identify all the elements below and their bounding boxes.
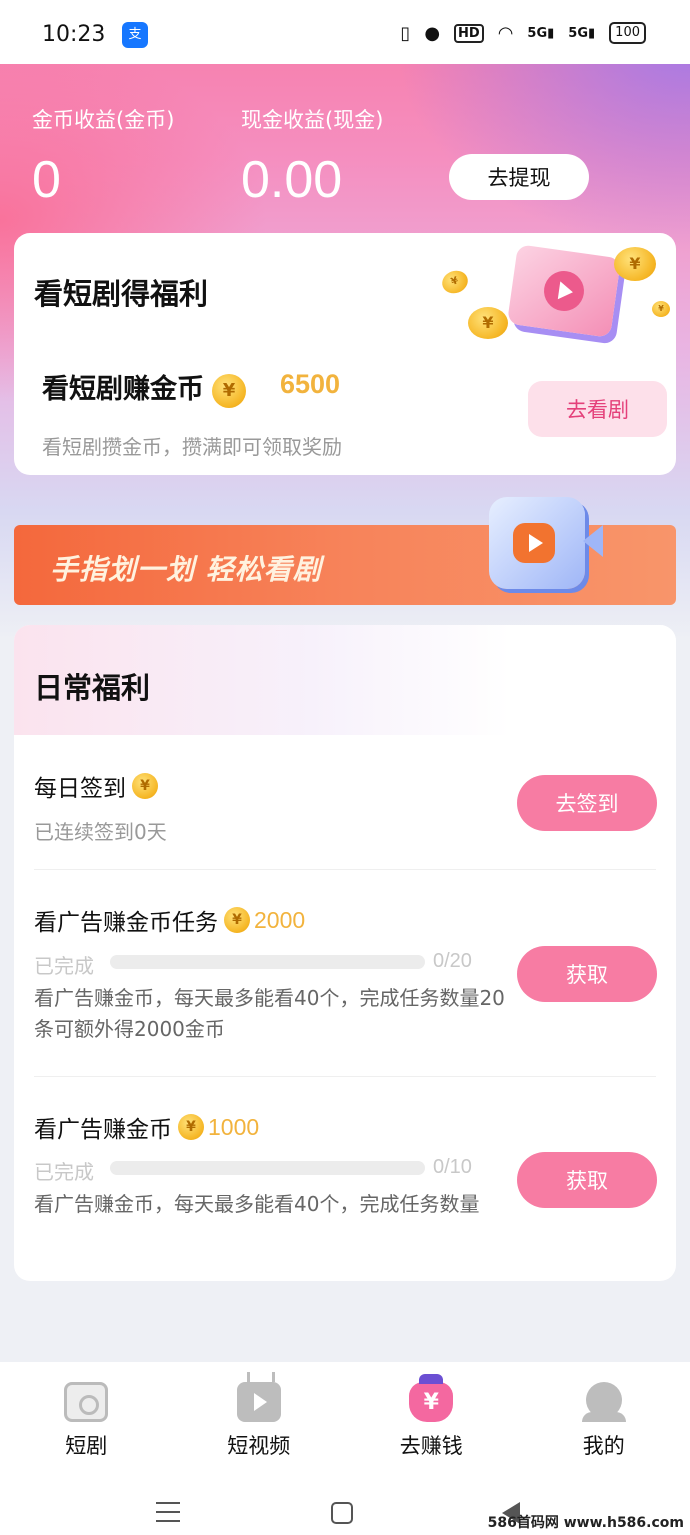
drama-card-description: 看短剧攒金币，攒满即可领取奖励	[42, 435, 342, 459]
progress-count: 0/20	[433, 950, 472, 972]
watch-drama-button[interactable]: 去看剧	[528, 381, 667, 437]
battery-icon: 100	[609, 22, 646, 44]
progress-bar	[110, 955, 425, 969]
task-ad-coins: 看广告赚金币 ¥1000 已完成 0/10 看广告赚金币，每天最多能看40个，完成…	[14, 1077, 676, 1281]
progress-count: 0/10	[433, 1156, 472, 1178]
coin-icon: ¥	[212, 373, 246, 408]
tab-label: 短剧	[65, 1434, 108, 1458]
video-icon	[236, 1382, 281, 1422]
coin-icon: ¥	[614, 247, 656, 281]
task-ad-coins-mission: 看广告赚金币任务 ¥2000 已完成 0/20 看广告赚金币，每天最多能看40个，…	[14, 870, 676, 1076]
progress-label: 已完成	[34, 954, 94, 978]
checkin-streak-text: 已连续签到0天	[34, 820, 167, 844]
bottom-tab-bar: 短剧 短视频 ¥ 去赚钱 我的	[0, 1362, 690, 1472]
status-time: 10:23	[42, 22, 106, 47]
drama-icon	[64, 1382, 109, 1422]
coin-earnings-label: 金币收益(金币)	[32, 108, 175, 132]
video-camera-icon	[489, 497, 603, 589]
home-icon[interactable]	[331, 1502, 353, 1524]
coin-icon: ¥	[439, 267, 471, 297]
hd-icon: HD	[454, 23, 484, 43]
task-reward: 2000	[254, 906, 306, 933]
wifi-icon: ◠	[497, 22, 514, 44]
profile-icon	[581, 1382, 626, 1422]
progress-bar	[110, 1161, 425, 1175]
drama-coin-amount: 6500	[280, 369, 341, 399]
drama-card-title: 看短剧得福利	[34, 277, 209, 311]
money-bag-icon: ¥	[409, 1374, 454, 1422]
get-ad-coins-button[interactable]: 获取	[517, 1152, 657, 1208]
alipay-icon: 支	[122, 22, 148, 48]
coin-earnings-value: 0	[32, 151, 61, 209]
banner-text: 手指划一划 轻松看剧	[50, 553, 322, 586]
drama-reward-card: 看短剧得福利 ¥ ¥ ¥ ¥ 看短剧赚金币 ¥ 6500 看短剧攒金币，攒满即可领…	[14, 233, 676, 475]
task-name: 看广告赚金币	[34, 1117, 172, 1143]
tab-label: 我的	[582, 1434, 625, 1458]
play-icon	[513, 523, 555, 563]
coin-icon: ¥	[178, 1114, 204, 1140]
tab-drama[interactable]: 短剧	[0, 1362, 173, 1472]
vibrate-icon: ▯	[400, 22, 411, 44]
daily-benefits-header: 日常福利	[14, 625, 676, 735]
coin-icon: ¥	[224, 907, 250, 933]
task-name: 每日签到	[34, 776, 126, 802]
location-icon: ●	[424, 22, 441, 44]
tab-label: 短视频	[227, 1434, 291, 1458]
daily-benefits-card: 日常福利 每日签到 ¥ 已连续签到0天 去签到 看广告赚金币任务 ¥2000 已完成…	[14, 625, 676, 1281]
system-icons: ▯ ● HD ◠ 5G▮ 5G▮ 100	[400, 22, 646, 44]
signal-icon: 5G▮	[568, 25, 596, 41]
play-icon	[541, 268, 587, 314]
swipe-banner[interactable]: 手指划一划 轻松看剧	[14, 497, 676, 605]
task-reward: 1000	[208, 1113, 260, 1140]
signal-icon: 5G▮	[527, 25, 555, 41]
coin-icon: ¥	[132, 773, 158, 799]
get-ad-mission-button[interactable]: 获取	[517, 946, 657, 1002]
withdraw-button[interactable]: 去提现	[449, 154, 589, 200]
watermark: 586首码网 www.h586.com	[487, 1515, 684, 1531]
progress-label: 已完成	[34, 1160, 94, 1184]
daily-benefits-title: 日常福利	[34, 671, 151, 705]
tab-short-video[interactable]: 短视频	[173, 1362, 346, 1472]
coin-icon: ¥	[468, 307, 508, 339]
task-daily-checkin: 每日签到 ¥ 已连续签到0天 去签到	[14, 735, 676, 869]
drama-earn-row: 看短剧赚金币 ¥	[42, 367, 246, 408]
menu-icon[interactable]	[156, 1502, 180, 1522]
status-bar: 10:23 支 ▯ ● HD ◠ 5G▮ 5G▮ 100	[0, 0, 690, 64]
cash-earnings-value: 0.00	[241, 151, 343, 209]
tab-profile[interactable]: 我的	[518, 1362, 690, 1472]
checkin-button[interactable]: 去签到	[517, 775, 657, 831]
task-description: 看广告赚金币，每天最多能看40个，完成任务数量20条可额外得2000金币	[34, 986, 505, 1041]
coin-icon: ¥	[652, 301, 670, 317]
tab-earn-money[interactable]: ¥ 去赚钱	[345, 1362, 518, 1472]
tv-illustration-icon	[506, 244, 622, 338]
task-name: 看广告赚金币任务	[34, 910, 218, 936]
tab-label: 去赚钱	[399, 1434, 463, 1458]
drama-earn-label: 看短剧赚金币	[42, 374, 204, 405]
cash-earnings-label: 现金收益(现金)	[241, 108, 384, 132]
task-description: 看广告赚金币，每天最多能看40个，完成任务数量	[34, 1192, 480, 1216]
